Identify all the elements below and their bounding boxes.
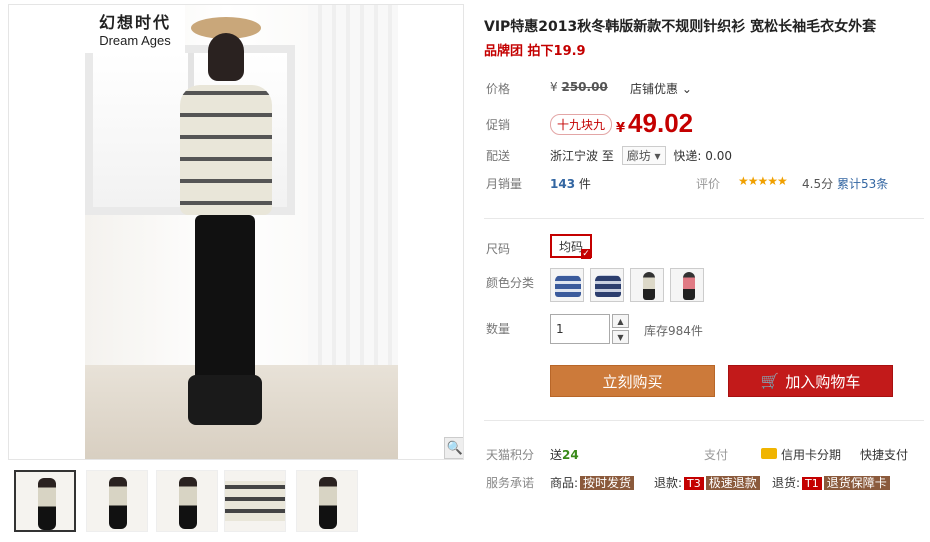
zoom-icon[interactable]: 🔍	[444, 437, 463, 459]
quantity-increase-button[interactable]: ▲	[612, 314, 629, 328]
thumbnail-strip	[14, 470, 464, 536]
original-price-value: 250.00	[561, 80, 608, 94]
divider	[484, 218, 924, 219]
brand-logo: 幻想时代 Dream Ages	[85, 5, 185, 53]
goods-tag[interactable]: 按时发货	[580, 476, 635, 490]
refund-code: T3	[684, 477, 704, 490]
credit-card-icon	[761, 448, 777, 459]
divider	[484, 420, 924, 421]
shop-promo-label: 店铺优惠	[630, 82, 679, 96]
model-head	[208, 33, 244, 81]
payment-label: 支付	[704, 448, 729, 462]
original-price: ¥ 250.00	[550, 80, 608, 94]
thumbnail-1[interactable]	[14, 470, 76, 532]
sales-count: 143	[550, 177, 576, 191]
product-gallery: 幻想时代 Dream Ages 🔍	[8, 4, 464, 460]
product-title: VIP特惠2013秋冬韩版新款不规则针织衫 宽松长袖毛衣女外套	[484, 19, 877, 35]
shipping-destination: 廊坊	[626, 149, 651, 163]
quantity-label: 数量	[486, 322, 511, 336]
product-subtitle: 品牌团 拍下19.9	[484, 44, 586, 59]
price-label: 价格	[486, 82, 511, 96]
color-label: 颜色分类	[486, 276, 535, 290]
promo-price-value: 49.02	[628, 108, 694, 138]
buy-now-label: 立刻购买	[602, 372, 663, 391]
product-details: VIP特惠2013秋冬韩版新款不规则针织衫 宽松长袖毛衣女外套 品牌团 拍下19…	[484, 0, 930, 542]
points-value: 24	[562, 448, 579, 462]
main-product-image[interactable]	[85, 5, 398, 459]
return-code: T1	[802, 477, 822, 490]
service-goods: 商品: 按时发货	[550, 474, 635, 491]
service-label: 服务承诺	[486, 476, 535, 490]
brand-logo-cn: 幻想时代	[98, 13, 171, 32]
color-swatch-4[interactable]	[670, 268, 704, 302]
add-to-cart-label: 加入购物车	[785, 372, 861, 391]
stock-count: 库存984件	[644, 324, 703, 338]
model-boots	[188, 375, 262, 425]
promo-currency: ¥	[616, 121, 626, 136]
chevron-down-icon: ▾	[654, 149, 661, 163]
add-to-cart-button[interactable]: 🛒 加入购物车	[728, 365, 893, 397]
quantity-input[interactable]	[550, 314, 610, 344]
thumbnail-4[interactable]	[224, 470, 286, 532]
shop-promo-dropdown[interactable]: 店铺优惠 ⌄	[630, 80, 692, 97]
shipping-label: 配送	[486, 149, 511, 163]
return-tag[interactable]: 退货保障卡	[823, 476, 890, 490]
rating-score: 4.5分	[802, 177, 834, 191]
goods-label: 商品:	[550, 476, 579, 490]
promo-label: 促销	[486, 118, 511, 132]
size-option-selected[interactable]: 均码	[550, 234, 592, 259]
service-return: 退货: T1 退货保障卡	[772, 474, 890, 491]
rating-label: 评价	[696, 177, 721, 191]
chevron-down-icon: ⌄	[681, 82, 692, 96]
promo-price: ¥49.02	[616, 108, 693, 139]
shipping-to: 至	[601, 149, 614, 163]
points-prefix: 送	[550, 448, 563, 462]
color-swatch-1[interactable]	[550, 268, 584, 302]
sales-label: 月销量	[486, 177, 523, 191]
review-count-link[interactable]: 累计53条	[837, 175, 888, 192]
sales-unit: 件	[578, 177, 591, 191]
quantity-decrease-button[interactable]: ▼	[612, 330, 629, 344]
refund-label: 退款:	[654, 476, 683, 490]
monthly-sales: 143 件	[550, 175, 591, 192]
cart-icon: 🛒	[760, 372, 780, 390]
thumbnail-2[interactable]	[86, 470, 148, 532]
size-label: 尺码	[486, 242, 511, 256]
quick-pay-link[interactable]: 快捷支付	[860, 446, 908, 463]
rating-stars-icon: ★★★★★	[738, 174, 788, 188]
color-swatch-3[interactable]	[630, 268, 664, 302]
shipping-origin: 浙江宁波	[550, 149, 599, 163]
return-label: 退货:	[772, 476, 801, 490]
service-refund: 退款: T3 极速退款	[654, 474, 760, 491]
points-label: 天猫积分	[486, 448, 535, 462]
shipping-info: 浙江宁波 至 廊坊 ▾ 快递: 0.00	[550, 146, 732, 165]
refund-tag[interactable]: 极速退款	[705, 476, 760, 490]
brand-logo-en: Dream Ages	[99, 33, 171, 48]
credit-card-installment-link[interactable]: 信用卡分期	[781, 446, 841, 463]
currency-symbol: ¥	[550, 80, 558, 94]
model-sweater	[180, 85, 272, 215]
thumbnail-3[interactable]	[156, 470, 218, 532]
promo-tag: 十九块九	[550, 114, 613, 135]
shipping-destination-select[interactable]: 廊坊 ▾	[621, 146, 666, 165]
points-info: 送24	[550, 446, 579, 463]
shipping-fee: 快递: 0.00	[673, 149, 732, 163]
color-swatch-2[interactable]	[590, 268, 624, 302]
model-legs	[195, 215, 255, 385]
thumbnail-5[interactable]	[296, 470, 358, 532]
buy-now-button[interactable]: 立刻购买	[550, 365, 715, 397]
